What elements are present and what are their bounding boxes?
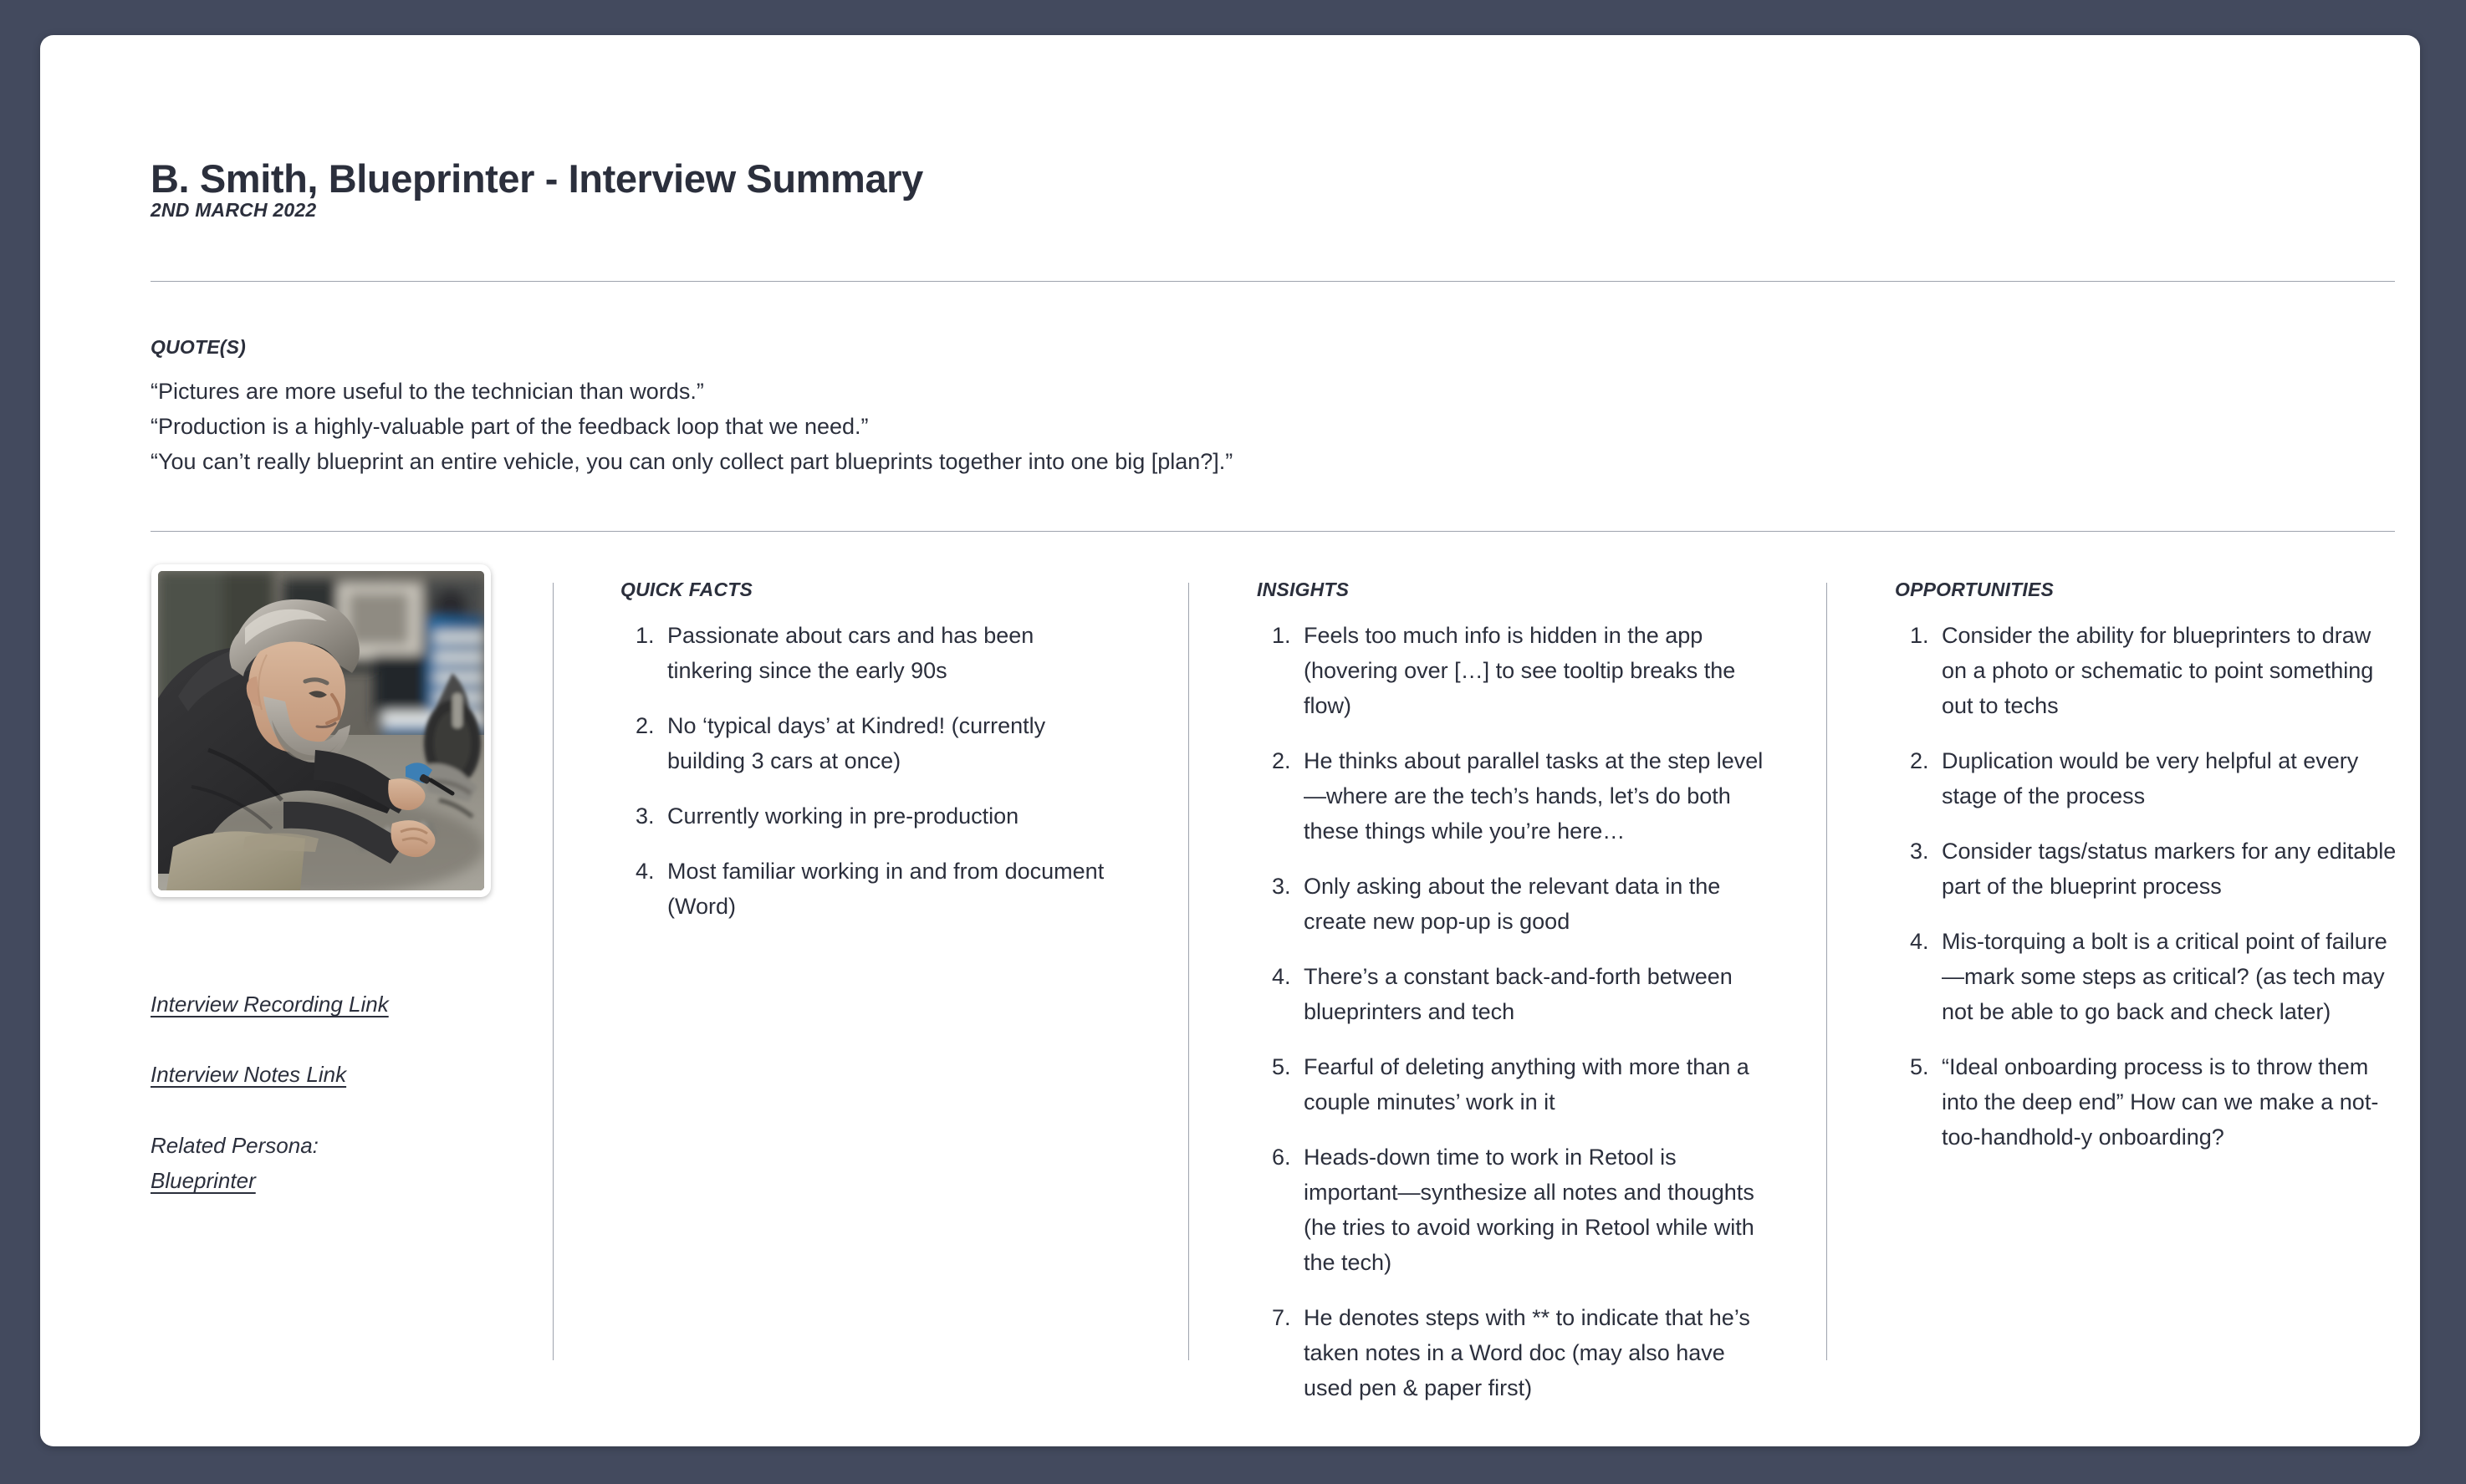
- divider-top: [151, 281, 2395, 282]
- list-item: Duplication would be very helpful at eve…: [1935, 743, 2397, 813]
- quote-line: “Pictures are more useful to the technic…: [151, 379, 704, 404]
- opportunities-list: Consider the ability for blueprinters to…: [1895, 618, 2397, 1155]
- quote-line: “You can’t really blueprint an entire ve…: [151, 449, 1233, 474]
- quick-facts-list: Passionate about cars and has been tinke…: [620, 618, 1122, 924]
- column-quick-facts: QUICK FACTS Passionate about cars and ha…: [620, 579, 1122, 924]
- list-item: Only asking about the relevant data in t…: [1297, 869, 1767, 939]
- column-opportunities: OPPORTUNITIES Consider the ability for b…: [1895, 579, 2397, 1155]
- divider-middle: [151, 531, 2395, 532]
- list-item: There’s a constant back-and-forth betwee…: [1297, 959, 1767, 1029]
- interviewee-photo: [158, 571, 484, 890]
- list-item: Heads-down time to work in Retool is imp…: [1297, 1140, 1767, 1280]
- interview-recording-link[interactable]: Interview Recording Link: [151, 992, 389, 1017]
- document-date: 2ND MARCH 2022: [151, 199, 317, 221]
- column-divider-3: [1826, 583, 1827, 1360]
- list-item: Fearful of deleting anything with more t…: [1297, 1049, 1767, 1119]
- quotes-heading: QUOTE(S): [151, 336, 247, 358]
- quick-facts-heading: QUICK FACTS: [620, 579, 753, 600]
- list-item: Mis-torquing a bolt is a critical point …: [1935, 924, 2397, 1029]
- list-item: “Ideal onboarding process is to throw th…: [1935, 1049, 2397, 1155]
- list-item: Most familiar working in and from docume…: [661, 854, 1122, 924]
- column-divider-1: [553, 583, 554, 1360]
- document-card: B. Smith, Blueprinter - Interview Summar…: [40, 35, 2420, 1446]
- column-insights: INSIGHTS Feels too much info is hidden i…: [1257, 579, 1767, 1405]
- quote-line: “Production is a highly-valuable part of…: [151, 414, 869, 439]
- related-persona-link[interactable]: Blueprinter: [151, 1168, 256, 1194]
- list-item: He thinks about parallel tasks at the st…: [1297, 743, 1767, 849]
- page-title: B. Smith, Blueprinter - Interview Summar…: [151, 156, 923, 201]
- insights-heading: INSIGHTS: [1257, 579, 1350, 600]
- interview-notes-link[interactable]: Interview Notes Link: [151, 1062, 346, 1088]
- list-item: Consider the ability for blueprinters to…: [1935, 618, 2397, 723]
- list-item: Feels too much info is hidden in the app…: [1297, 618, 1767, 723]
- list-item: Currently working in pre-production: [661, 798, 1122, 834]
- insights-list: Feels too much info is hidden in the app…: [1257, 618, 1767, 1405]
- list-item: Consider tags/status markers for any edi…: [1935, 834, 2397, 904]
- column-divider-2: [1188, 583, 1189, 1360]
- opportunities-heading: OPPORTUNITIES: [1895, 579, 2055, 600]
- interviewee-photo-frame: [151, 564, 491, 897]
- related-persona-label: Related Persona:: [151, 1133, 319, 1158]
- mechanic-photo-illustration: [158, 571, 484, 890]
- list-item: No ‘typical days’ at Kindred! (currently…: [661, 708, 1122, 778]
- list-item: He denotes steps with ** to indicate tha…: [1297, 1300, 1767, 1405]
- list-item: Passionate about cars and has been tinke…: [661, 618, 1122, 688]
- quotes-list: “Pictures are more useful to the technic…: [151, 374, 2325, 479]
